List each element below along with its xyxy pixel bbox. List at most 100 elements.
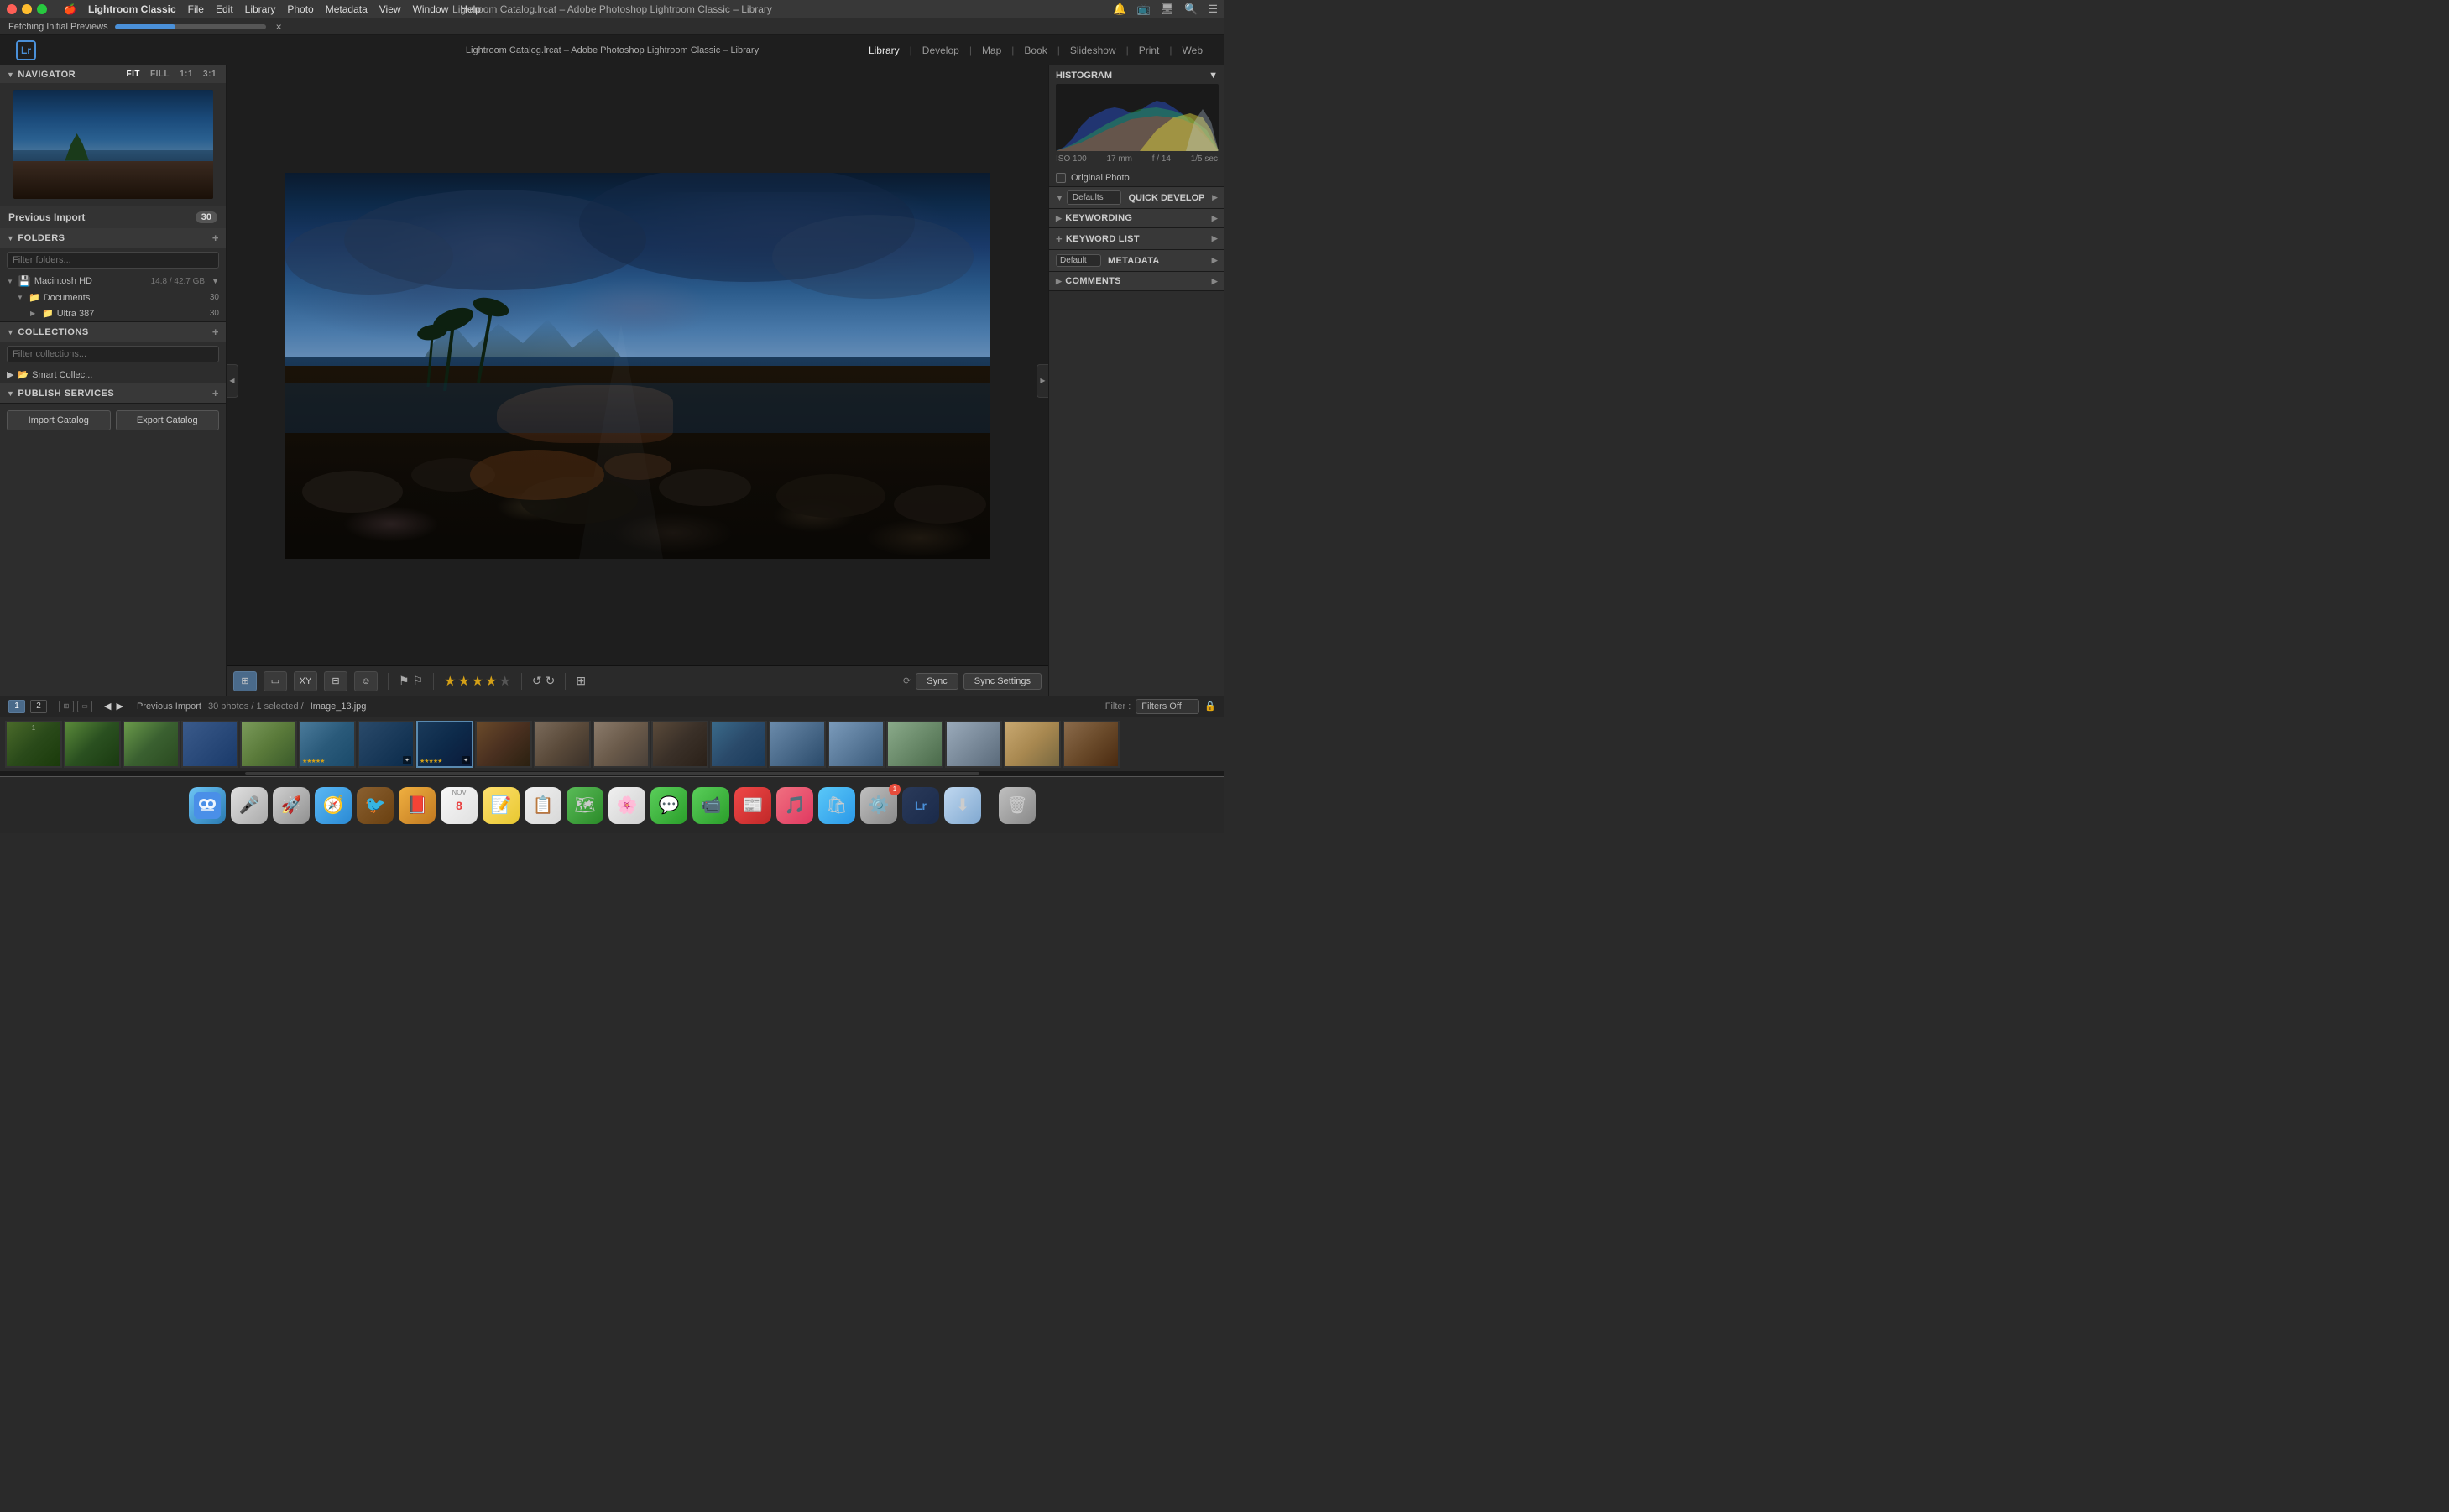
publish-services-toggle[interactable]: ▼ (7, 389, 14, 398)
collections-add-button[interactable]: + (212, 326, 219, 338)
dock-maps[interactable]: 🗺 (567, 787, 603, 824)
comments-section[interactable]: ▶ Comments ▶ (1049, 272, 1224, 291)
keyword-list-section[interactable]: + Keyword List ▶ (1049, 228, 1224, 250)
grid-view-button[interactable]: ⊞ (233, 671, 257, 691)
import-catalog-button[interactable]: Import Catalog (7, 410, 111, 430)
quick-develop-preset-select[interactable]: Defaults (1067, 190, 1121, 205)
dock-siri[interactable]: 🎤 (231, 787, 268, 824)
filter-dropdown[interactable]: Filters Off (1136, 699, 1199, 714)
dock-prefs[interactable]: ⚙️ 1 (860, 787, 897, 824)
thumb-13[interactable] (710, 721, 767, 768)
filter-lock-icon[interactable]: 🔒 (1204, 701, 1216, 712)
compare-view-button[interactable]: XY (294, 671, 317, 691)
folder-documents[interactable]: ▼ 📁 Documents 30 (0, 289, 226, 305)
zoom-3-1[interactable]: 3:1 (201, 69, 219, 80)
keyword-list-add-button[interactable]: + (1056, 232, 1063, 245)
thumb-5[interactable] (240, 721, 297, 768)
dock-photos[interactable]: 🌸 (608, 787, 645, 824)
dock-migrator[interactable]: 🐦 (357, 787, 394, 824)
left-panel-collapse-button[interactable]: ◀ (227, 364, 238, 398)
dock-calendar[interactable]: 8 NOV (441, 787, 478, 824)
airplay-icon[interactable]: 📺 (1136, 3, 1150, 16)
dock-messages[interactable]: 💬 (650, 787, 687, 824)
rotate-left-button[interactable]: ↺ (532, 674, 542, 688)
flag-pick-button[interactable]: ⚑ (399, 674, 410, 688)
minimize-button[interactable] (22, 4, 32, 14)
metadata-preset-select[interactable]: Default (1056, 254, 1101, 267)
tab-book[interactable]: Book (1016, 41, 1055, 60)
progress-close-button[interactable]: × (276, 21, 282, 33)
dock-news[interactable]: 📰 (734, 787, 771, 824)
publish-services-add-button[interactable]: + (212, 387, 219, 399)
original-photo-checkbox[interactable] (1056, 173, 1066, 183)
menu-photo[interactable]: Photo (287, 3, 313, 15)
tab-library[interactable]: Library (860, 41, 908, 60)
filmstrip-filename[interactable]: Image_13.jpg (311, 701, 367, 712)
thumb-2[interactable] (64, 721, 121, 768)
navigator-header[interactable]: ▼ Navigator FIT FILL 1:1 3:1 (0, 65, 226, 83)
menu-window[interactable]: Window (413, 3, 449, 15)
thumb-17[interactable] (945, 721, 1002, 768)
histogram-dropdown-icon[interactable]: ▼ (1209, 70, 1218, 81)
folders-toggle[interactable]: ▼ (7, 234, 14, 242)
dock-reminders[interactable]: 📋 (525, 787, 561, 824)
star-1[interactable]: ★ (444, 673, 456, 690)
rotate-right-button[interactable]: ↻ (546, 674, 556, 688)
dock-launchpad[interactable]: 🚀 (273, 787, 310, 824)
filmstrip-next-button[interactable]: ▶ (116, 701, 123, 712)
apple-menu[interactable]: 🍎 (64, 3, 76, 15)
folder-ultra387[interactable]: ▶ 📁 Ultra 387 30 (0, 305, 226, 321)
thumb-10[interactable] (534, 721, 591, 768)
main-photo-area[interactable] (227, 65, 1048, 665)
disk-dropdown-icon[interactable]: ▼ (211, 277, 219, 285)
dock-lightroom[interactable]: Lr (902, 787, 939, 824)
thumb-1[interactable]: 1 (5, 721, 62, 768)
right-panel-collapse-button[interactable]: ▶ (1037, 364, 1048, 398)
thumb-11[interactable] (593, 721, 650, 768)
close-button[interactable] (7, 4, 17, 14)
thumb-4[interactable] (181, 721, 238, 768)
toolbar-sync-settings-button[interactable]: Sync Settings (963, 673, 1042, 690)
star-5[interactable]: ★ (499, 673, 511, 690)
flag-reject-button[interactable]: ⚐ (413, 674, 424, 688)
keywording-section[interactable]: ▶ Keywording ▶ (1049, 209, 1224, 228)
thumb-12[interactable] (651, 721, 708, 768)
thumb-16[interactable] (886, 721, 943, 768)
page-2-button[interactable]: 2 (30, 700, 47, 713)
filmstrip-grid-button[interactable]: ⊞ (59, 701, 74, 712)
tab-print[interactable]: Print (1131, 41, 1168, 60)
thumb-7[interactable]: ✦ (358, 721, 415, 768)
notification-icon[interactable]: 🔔 (1113, 3, 1126, 16)
menu-view[interactable]: View (379, 3, 401, 15)
tab-slideshow[interactable]: Slideshow (1062, 41, 1125, 60)
dock-notes[interactable]: 📝 (483, 787, 520, 824)
quick-develop-row[interactable]: ▼ Defaults Quick Develop ▶ (1049, 187, 1224, 209)
page-1-button[interactable]: 1 (8, 700, 25, 713)
star-2[interactable]: ★ (457, 673, 469, 690)
zoom-fit[interactable]: FIT (123, 69, 143, 80)
menu-library[interactable]: Library (245, 3, 276, 15)
collections-header[interactable]: ▼ Collections + (0, 322, 226, 342)
filmstrip-scroll-track[interactable] (245, 772, 979, 775)
star-4[interactable]: ★ (485, 673, 497, 690)
thumb-3[interactable] (123, 721, 180, 768)
collections-search-input[interactable] (7, 346, 219, 362)
star-3[interactable]: ★ (472, 673, 483, 690)
zoom-fill[interactable]: FILL (148, 69, 172, 80)
thumb-9[interactable] (475, 721, 532, 768)
dock-facetime[interactable]: 📹 (692, 787, 729, 824)
menu-metadata[interactable]: Metadata (326, 3, 368, 15)
dock-safari[interactable]: 🧭 (315, 787, 352, 824)
folders-search-input[interactable] (7, 252, 219, 269)
thumb-18[interactable] (1004, 721, 1061, 768)
screen-icon[interactable]: 🖥 (1161, 3, 1175, 16)
folders-header[interactable]: ▼ Folders + (0, 228, 226, 248)
tab-map[interactable]: Map (974, 41, 1010, 60)
dock-music[interactable]: 🎵 (776, 787, 813, 824)
people-view-button[interactable]: ☺ (354, 671, 378, 691)
toolbar-sync-button[interactable]: Sync (916, 673, 958, 690)
thumb-6[interactable]: ★★★★★ (299, 721, 356, 768)
crop-button[interactable]: ⊞ (576, 674, 586, 688)
dock-contacts[interactable]: 📕 (399, 787, 436, 824)
metadata-section[interactable]: Default Metadata ▶ (1049, 250, 1224, 272)
